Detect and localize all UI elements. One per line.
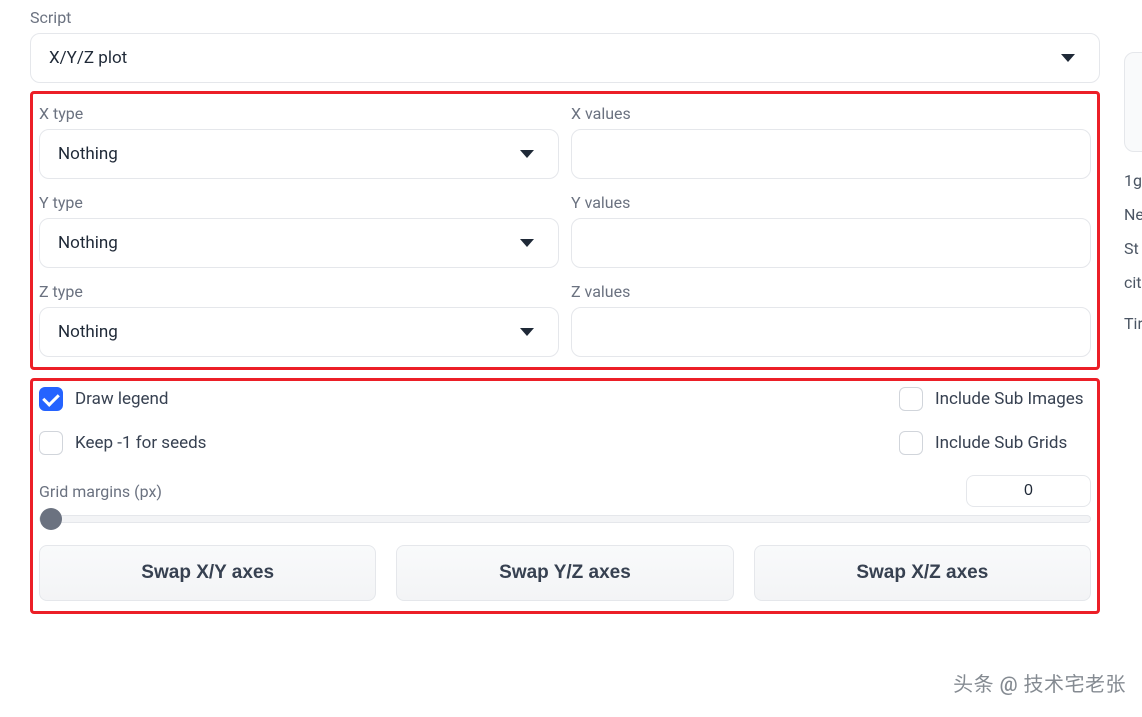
script-section: Script X/Y/Z plot (30, 8, 1100, 83)
peek-text: 1g (1124, 171, 1142, 190)
x-values-input[interactable] (571, 129, 1091, 179)
slider-thumb-icon[interactable] (40, 508, 62, 530)
include-sub-grids-label: Include Sub Grids (935, 433, 1067, 453)
y-type-select[interactable]: Nothing (39, 218, 559, 268)
z-type-label: Z type (39, 282, 559, 301)
y-values-input[interactable] (571, 218, 1091, 268)
grid-margins-label: Grid margins (px) (39, 482, 162, 501)
swap-xz-button[interactable]: Swap X/Z axes (754, 545, 1091, 601)
grid-margins-input[interactable] (966, 475, 1091, 507)
x-type-select[interactable]: Nothing (39, 129, 559, 179)
include-sub-images-label: Include Sub Images (935, 389, 1084, 409)
y-type-value: Nothing (58, 233, 118, 253)
swap-xy-button[interactable]: Swap X/Y axes (39, 545, 376, 601)
x-axis-row: X type Nothing X values (39, 100, 1091, 179)
chevron-down-icon (520, 239, 534, 247)
z-type-value: Nothing (58, 322, 118, 342)
draw-legend-label: Draw legend (75, 389, 169, 409)
x-type-label: X type (39, 104, 559, 123)
z-values-input[interactable] (571, 307, 1091, 357)
peek-text: cit (1124, 273, 1142, 292)
watermark: 头条 @ 技术宅老张 (953, 668, 1126, 697)
xyz-plot-panel: Script X/Y/Z plot X type Nothing X val (0, 8, 1100, 614)
chevron-down-icon (520, 328, 534, 336)
script-label: Script (30, 8, 1100, 27)
sidebar-card-fragment (1124, 52, 1142, 152)
include-sub-images-group: Include Sub Images (899, 387, 1091, 411)
swap-yz-button[interactable]: Swap Y/Z axes (396, 545, 733, 601)
z-values-label: Z values (571, 282, 1091, 301)
peek-text: Tir (1124, 314, 1142, 333)
axes-highlight-box: X type Nothing X values Y type Not (30, 91, 1100, 370)
chevron-down-icon (1061, 54, 1075, 62)
include-sub-grids-group: Include Sub Grids (899, 431, 1091, 455)
keep-seed-group: Keep -1 for seeds (39, 431, 539, 455)
script-select[interactable]: X/Y/Z plot (30, 33, 1100, 83)
keep-seed-checkbox[interactable] (39, 431, 63, 455)
z-axis-row: Z type Nothing Z values (39, 278, 1091, 357)
chevron-down-icon (520, 150, 534, 158)
y-type-label: Y type (39, 193, 559, 212)
peek-text: Ne (1124, 205, 1142, 224)
draw-legend-group: Draw legend (39, 387, 539, 411)
y-values-label: Y values (571, 193, 1091, 212)
keep-seed-label: Keep -1 for seeds (75, 433, 206, 453)
y-axis-row: Y type Nothing Y values (39, 189, 1091, 268)
include-sub-grids-checkbox[interactable] (899, 431, 923, 455)
options-highlight-box: Draw legend Include Sub Images Keep -1 f… (30, 378, 1100, 614)
x-values-label: X values (571, 104, 1091, 123)
sidebar-peek: 1g Ne St cit Tir (1118, 8, 1142, 717)
script-select-value: X/Y/Z plot (49, 48, 127, 68)
grid-margins-slider[interactable] (39, 515, 1091, 523)
z-type-select[interactable]: Nothing (39, 307, 559, 357)
x-type-value: Nothing (58, 144, 118, 164)
peek-text: St (1124, 239, 1139, 258)
include-sub-images-checkbox[interactable] (899, 387, 923, 411)
draw-legend-checkbox[interactable] (39, 387, 63, 411)
